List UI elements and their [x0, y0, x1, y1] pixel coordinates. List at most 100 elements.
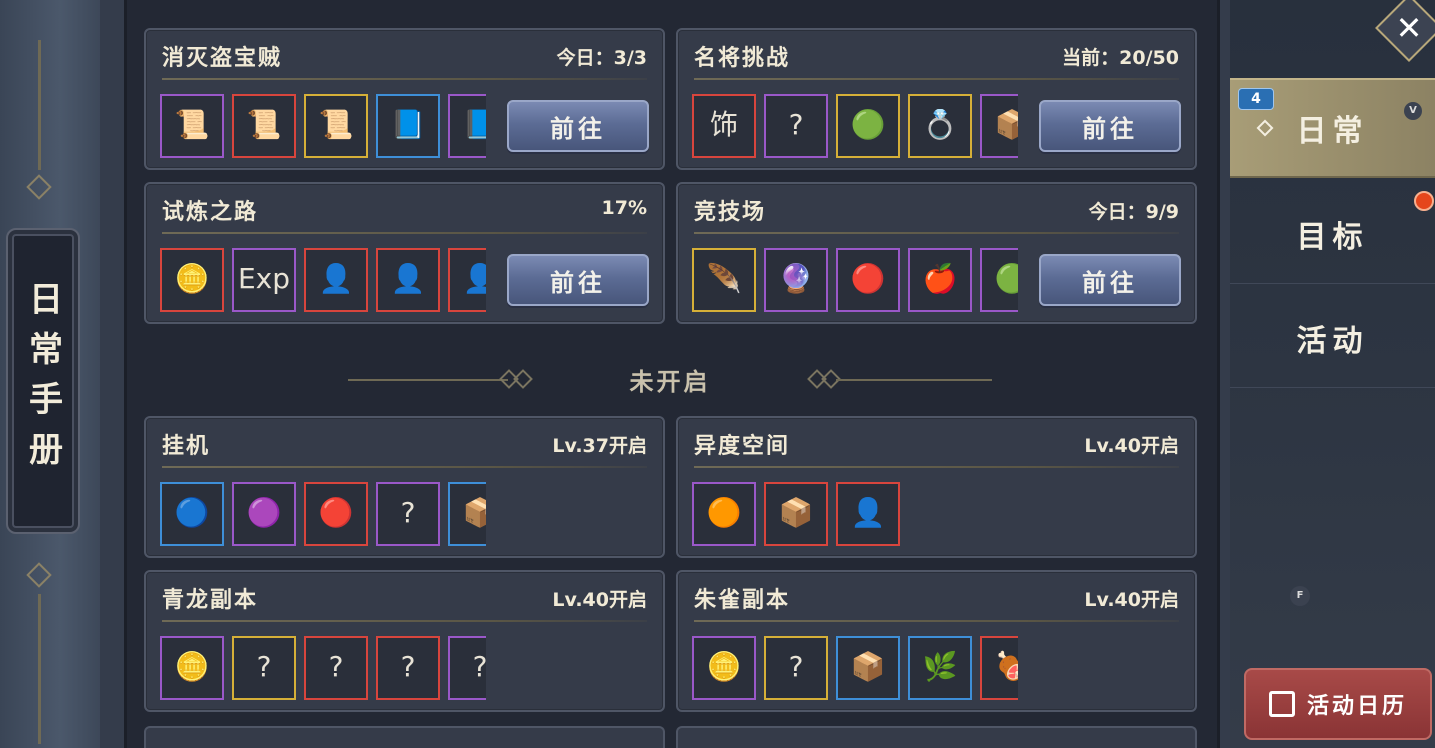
reward-icon: 🟠: [706, 496, 742, 529]
handbook-title: 日常手册: [22, 281, 63, 481]
left-ornament-line: [38, 594, 41, 744]
reward-icon: ?: [788, 650, 804, 683]
task-card: 青龙副本 Lv.40开启 🪙????: [144, 570, 665, 712]
reward-item[interactable]: 🟣: [232, 482, 296, 546]
task-card: 竞技场 今日：9/9 🪶 🔮 🔴 🍎 🟢 前往: [676, 182, 1197, 324]
reward-item[interactable]: 🪙: [160, 636, 224, 700]
reward-icon: ?: [400, 496, 416, 529]
handbook-tab[interactable]: 日常手册: [6, 228, 80, 534]
reward-item[interactable]: 📜: [232, 94, 296, 158]
tab-label: 目标: [1296, 219, 1369, 255]
reward-list: 🪙????: [160, 636, 486, 700]
event-calendar-button[interactable]: 活动日历: [1244, 668, 1432, 740]
reward-item[interactable]: 📦: [448, 482, 486, 546]
calendar-icon: [1268, 691, 1295, 717]
reward-list: 饰? 🟢 💍 📦: [692, 94, 1018, 158]
tab-goals[interactable]: 目标: [1230, 184, 1435, 284]
reward-item[interactable]: ?: [376, 636, 440, 700]
reward-icon: 📜: [318, 108, 354, 141]
reward-icon: 🟣: [246, 496, 282, 529]
reward-icon: 🍖: [994, 650, 1018, 683]
reward-item[interactable]: 🪶: [692, 248, 756, 312]
reward-icon: ?: [256, 650, 272, 683]
reward-icon: 🪙: [174, 650, 210, 683]
reward-item[interactable]: 💍: [908, 94, 972, 158]
task-progress: Lv.40开启: [552, 589, 647, 611]
task-card: 名将挑战 当前：20/50 饰? 🟢 💍 📦 前往: [676, 28, 1197, 170]
go-button[interactable]: 前往: [507, 100, 649, 152]
task-card-partial: [144, 726, 665, 748]
task-progress: Lv.40开启: [1084, 435, 1179, 457]
reward-item[interactable]: 📦: [836, 636, 900, 700]
task-title: 青龙副本: [162, 588, 259, 613]
reward-icon: 🟢: [994, 262, 1018, 295]
reward-icon: 🪶: [706, 262, 742, 295]
task-title: 名将挑战: [694, 46, 791, 71]
task-card: 试炼之路 17% 🪙 Exp 👤 👤 👤 前往: [144, 182, 665, 324]
tab-events[interactable]: 活动: [1230, 288, 1435, 388]
reward-item[interactable]: 🪙: [160, 248, 224, 312]
locked-separator: 未开启: [340, 360, 1000, 400]
reward-item[interactable]: 👤: [448, 248, 486, 312]
reward-item[interactable]: ?: [232, 636, 296, 700]
reward-item[interactable]: ?: [764, 94, 828, 158]
reward-item[interactable]: 📜: [304, 94, 368, 158]
task-progress: Lv.40开启: [1084, 589, 1179, 611]
go-button[interactable]: 前往: [1039, 100, 1181, 152]
go-button[interactable]: 前往: [1039, 254, 1181, 306]
reward-item[interactable]: 📘: [376, 94, 440, 158]
separator-line: [836, 379, 992, 381]
task-card: 异度空间Lv.40开启🟠A📦👤: [676, 416, 1197, 558]
daily-count-badge: 4: [1238, 88, 1274, 110]
reward-item[interactable]: 🟠A: [692, 482, 756, 546]
reward-item[interactable]: ?: [376, 482, 440, 546]
reward-item[interactable]: 🔵: [160, 482, 224, 546]
card-divider: [162, 620, 647, 622]
reward-item[interactable]: 🔮: [764, 248, 828, 312]
reward-icon: ?: [788, 108, 804, 141]
reward-badge: A: [694, 545, 754, 547]
reward-list: 🟠A📦👤: [692, 482, 1018, 546]
reward-item[interactable]: 📦: [980, 94, 1018, 158]
task-title: 挂机: [162, 434, 211, 459]
reward-item[interactable]: 🍖: [980, 636, 1018, 700]
reward-item[interactable]: 🟢: [836, 94, 900, 158]
reward-item[interactable]: 🌿: [908, 636, 972, 700]
reward-icon: ?: [472, 650, 486, 683]
reward-item[interactable]: 📦: [764, 482, 828, 546]
reward-icon: 💍: [922, 108, 958, 141]
reward-item[interactable]: 🪙: [692, 636, 756, 700]
task-card: 挂机 Lv.37开启 🔵 🟣 🔴? 📦: [144, 416, 665, 558]
task-progress: Lv.37开启: [552, 435, 647, 457]
reward-item[interactable]: ?: [448, 636, 486, 700]
task-title: 试炼之路: [162, 200, 259, 225]
reward-item[interactable]: 🍎: [908, 248, 972, 312]
card-divider: [162, 78, 647, 80]
tab-label: 日常: [1296, 114, 1369, 149]
card-divider: [694, 232, 1179, 234]
reward-item[interactable]: 👤: [836, 482, 900, 546]
reward-item[interactable]: ?: [304, 636, 368, 700]
reward-item[interactable]: 👤: [304, 248, 368, 312]
reward-item[interactable]: 🔴: [304, 482, 368, 546]
v-marker: V: [1404, 102, 1422, 120]
task-title: 竞技场: [694, 200, 767, 225]
reward-icon: 🪙: [174, 262, 210, 295]
reward-item[interactable]: Exp: [232, 248, 296, 312]
reward-item[interactable]: 👤: [376, 248, 440, 312]
card-divider: [694, 466, 1179, 468]
tab-label: 活动: [1296, 323, 1369, 359]
go-button[interactable]: 前往: [507, 254, 649, 306]
reward-icon: 📜: [246, 108, 282, 141]
reward-icon: 🟢: [850, 108, 886, 141]
reward-item[interactable]: 📜: [160, 94, 224, 158]
task-progress: 今日：3/3: [556, 47, 647, 69]
task-title: 消灭盗宝贼: [162, 46, 283, 71]
reward-item[interactable]: 饰: [692, 94, 756, 158]
reward-item[interactable]: 📘: [448, 94, 486, 158]
reward-item[interactable]: ?: [764, 636, 828, 700]
reward-item[interactable]: 🔴: [836, 248, 900, 312]
reward-icon: ?: [328, 650, 344, 683]
reward-item[interactable]: 🟢: [980, 248, 1018, 312]
reward-icon: 🔵: [174, 496, 210, 529]
